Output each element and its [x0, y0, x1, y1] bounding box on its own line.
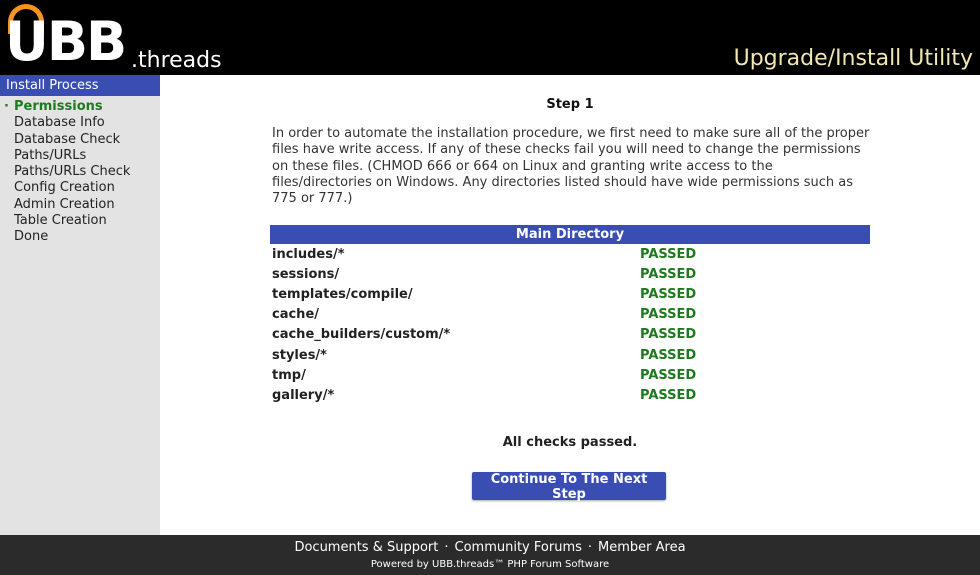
table-row: sessions/ PASSED — [270, 264, 870, 284]
directory-path: tmp/ — [272, 367, 306, 383]
page-header: UBB .threads Upgrade/Install Utility — [0, 0, 980, 75]
status-badge: PASSED — [640, 266, 697, 282]
status-badge: PASSED — [640, 246, 697, 262]
table-row: templates/compile/ PASSED — [270, 284, 870, 304]
footer-separator: · — [587, 540, 593, 555]
sidebar-item-admin-creation: Admin Creation — [0, 197, 160, 213]
documents-support-link[interactable]: Documents & Support — [294, 540, 438, 555]
status-badge: PASSED — [640, 387, 697, 403]
footer-separator: · — [444, 540, 449, 555]
status-badge: PASSED — [640, 367, 697, 383]
table-row: gallery/* PASSED — [270, 385, 870, 405]
table-row: includes/* PASSED — [270, 244, 870, 264]
member-area-link[interactable]: Member Area — [598, 540, 686, 555]
directory-path: gallery/* — [272, 387, 335, 403]
footer-links: Documents & Support · Community Forums · Mem… — [0, 540, 980, 556]
table-row: styles/* PASSED — [270, 345, 870, 365]
intro-text: In order to automate the installation pr… — [272, 126, 870, 207]
powered-by-text: Powered by UBB.threads™ PHP Forum Softwa… — [370, 559, 610, 570]
sidebar-title: Install Process — [0, 75, 160, 96]
sidebar-item-label: Config Creation — [14, 180, 115, 196]
sidebar-item-label: Admin Creation — [14, 196, 115, 212]
status-badge: PASSED — [640, 347, 697, 363]
table-row: tmp/ PASSED — [270, 365, 870, 385]
table-header-main-directory: Main Directory — [270, 225, 870, 244]
main-content: Step 1 In order to automate the installa… — [160, 75, 980, 535]
table-row: cache_builders/custom/* PASSED — [270, 325, 870, 345]
install-process-sidebar: Install Process · Permissions Database In… — [0, 75, 160, 535]
sidebar-item-database-info: Database Info — [0, 115, 160, 131]
sidebar-item-label: Done — [14, 229, 49, 245]
status-badge: PASSED — [640, 327, 697, 343]
directory-path: cache/ — [272, 307, 320, 323]
step-title: Step 1 — [546, 97, 594, 112]
sidebar-item-database-check: Database Check — [0, 132, 160, 148]
logo-suffix-text: .threads — [131, 48, 222, 73]
community-forums-link[interactable]: Community Forums — [455, 540, 582, 555]
sidebar-item-permissions: · Permissions — [0, 99, 160, 115]
sidebar-item-label: Paths/URLs Check — [14, 164, 131, 180]
active-step-bullet-icon: · — [4, 99, 9, 114]
status-badge: PASSED — [640, 286, 697, 302]
install-steps-list: · Permissions Database Info Database Chec… — [0, 96, 160, 246]
permissions-table: Main Directory includes/* PASSED session… — [270, 225, 870, 406]
status-badge: PASSED — [640, 307, 697, 323]
table-row: cache/ PASSED — [270, 305, 870, 325]
continue-next-step-button[interactable]: Continue To The Next Step — [472, 472, 666, 502]
utility-title: Upgrade/Install Utility — [733, 46, 973, 71]
sidebar-item-label: Database Info — [14, 115, 105, 131]
sidebar-item-table-creation: Table Creation — [0, 213, 160, 229]
ubb-threads-logo[interactable]: UBB .threads — [5, 4, 235, 74]
sidebar-item-label: Database Check — [14, 131, 121, 147]
logo-main-text: UBB — [5, 10, 127, 73]
sidebar-item-label: Table Creation — [14, 213, 107, 229]
sidebar-item-paths-urls-check: Paths/URLs Check — [0, 164, 160, 180]
sidebar-item-label: Permissions — [14, 99, 103, 114]
sidebar-item-paths-urls: Paths/URLs — [0, 148, 160, 164]
sidebar-item-done: Done — [0, 229, 160, 245]
directory-path: styles/* — [272, 347, 327, 363]
directory-path: templates/compile/ — [272, 286, 413, 302]
sidebar-item-config-creation: Config Creation — [0, 180, 160, 196]
directory-path: cache_builders/custom/* — [272, 327, 451, 343]
sidebar-item-label: Paths/URLs — [14, 147, 87, 163]
page-footer: Documents & Support · Community Forums · Mem… — [0, 535, 980, 575]
directory-path: sessions/ — [272, 266, 340, 282]
directory-path: includes/* — [272, 246, 345, 262]
checks-summary: All checks passed. — [502, 435, 638, 450]
